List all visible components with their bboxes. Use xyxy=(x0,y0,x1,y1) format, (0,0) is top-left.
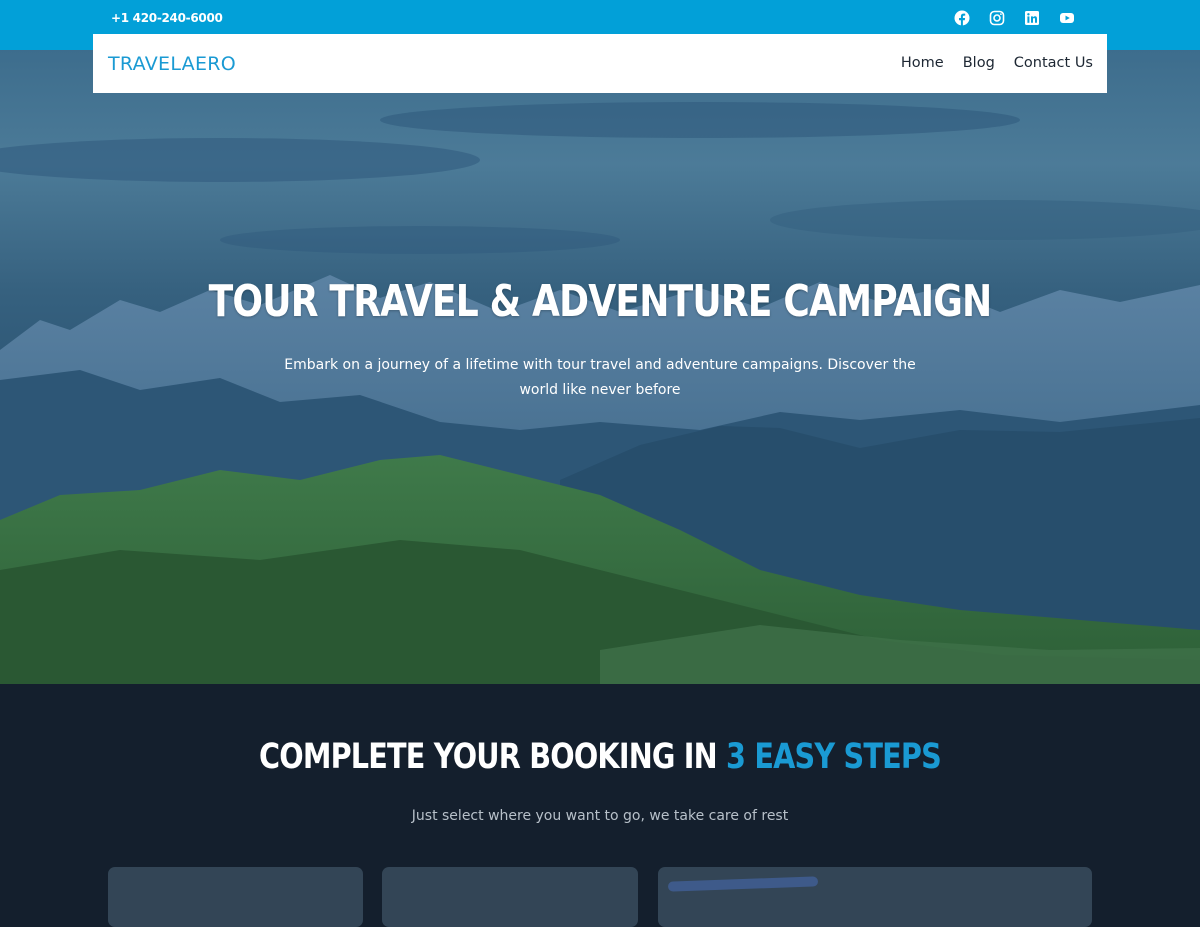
main-navbar: TRAVELAERO Home Blog Contact Us xyxy=(93,34,1107,93)
step-card xyxy=(382,867,638,927)
steps-heading: COMPLETE YOUR BOOKING IN 3 EASY STEPS xyxy=(108,737,1092,777)
step-card xyxy=(658,867,1092,927)
nav-contact-us-link[interactable]: Contact Us xyxy=(1014,55,1093,71)
phone-number[interactable]: +1 420-240-6000 xyxy=(111,11,223,25)
instagram-icon[interactable] xyxy=(989,10,1005,26)
youtube-icon[interactable] xyxy=(1059,10,1075,26)
hero-title: TOUR TRAVEL & ADVENTURE CAMPAIGN xyxy=(208,276,993,327)
nav-blog-link[interactable]: Blog xyxy=(963,55,995,71)
card-image-stroke xyxy=(667,876,819,892)
main-menu: Home Blog Contact Us xyxy=(901,55,1093,71)
site-logo[interactable]: TRAVELAERO xyxy=(108,53,236,75)
booking-steps-section: COMPLETE YOUR BOOKING IN 3 EASY STEPS Ju… xyxy=(0,684,1200,927)
hero-section: TOUR TRAVEL & ADVENTURE CAMPAIGN Embark … xyxy=(0,50,1200,684)
linkedin-icon[interactable] xyxy=(1024,10,1040,26)
hero-subtitle: Embark on a journey of a lifetime with t… xyxy=(284,357,916,398)
step-card xyxy=(108,867,363,927)
steps-subtitle: Just select where you want to go, we tak… xyxy=(411,808,789,824)
facebook-icon[interactable] xyxy=(954,10,970,26)
steps-heading-accent: 3 EASY STEPS xyxy=(726,737,942,777)
steps-heading-main: COMPLETE YOUR BOOKING IN xyxy=(259,737,727,777)
nav-home-link[interactable]: Home xyxy=(901,55,944,71)
social-links xyxy=(954,10,1075,26)
